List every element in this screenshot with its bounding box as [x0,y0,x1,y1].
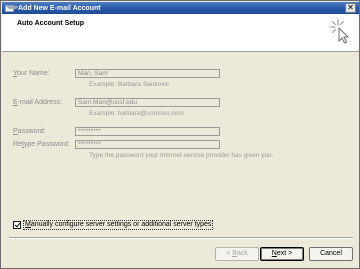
page-title: Auto Account Setup [17,20,85,27]
email-address-input[interactable]: Sam.Man@ucsf.edu [75,98,220,107]
retype-password-input[interactable]: ********* [75,140,220,149]
mouse-click-sparkle-icon [330,19,350,44]
retype-password-label: Retype Password: [13,141,70,148]
window-title: Add New E-mail Account [18,4,101,12]
header-panel: Auto Account Setup [2,14,359,52]
manual-config-row[interactable]: Manually configure server settings or ad… [13,220,214,230]
email-address-hint: Example: barbara@contoso.com [89,110,184,117]
manual-config-label[interactable]: Manually configure server settings or ad… [23,220,214,230]
envelope-icon [5,4,19,12]
close-button[interactable]: ✕ [345,3,356,13]
button-separator [9,237,353,239]
add-email-account-dialog: Add New E-mail Account ✕ Auto Account Se… [0,0,360,269]
cancel-button[interactable]: Cancel [309,247,353,261]
password-input[interactable]: ********* [75,127,220,136]
next-button[interactable]: Next > [260,247,304,261]
manual-config-checkbox[interactable] [13,221,21,229]
password-hint: Type the password your Internet service … [89,152,274,159]
your-name-hint: Example: Barbara Sankovic [89,81,170,88]
your-name-input[interactable]: Man, Sam [75,69,220,78]
back-button[interactable]: < Back [215,247,259,261]
your-name-label: Your Name: [13,70,50,77]
email-address-label: E-mail Address: [13,99,63,106]
title-bar[interactable]: Add New E-mail Account ✕ [2,2,359,14]
password-label: Password: [13,128,46,135]
